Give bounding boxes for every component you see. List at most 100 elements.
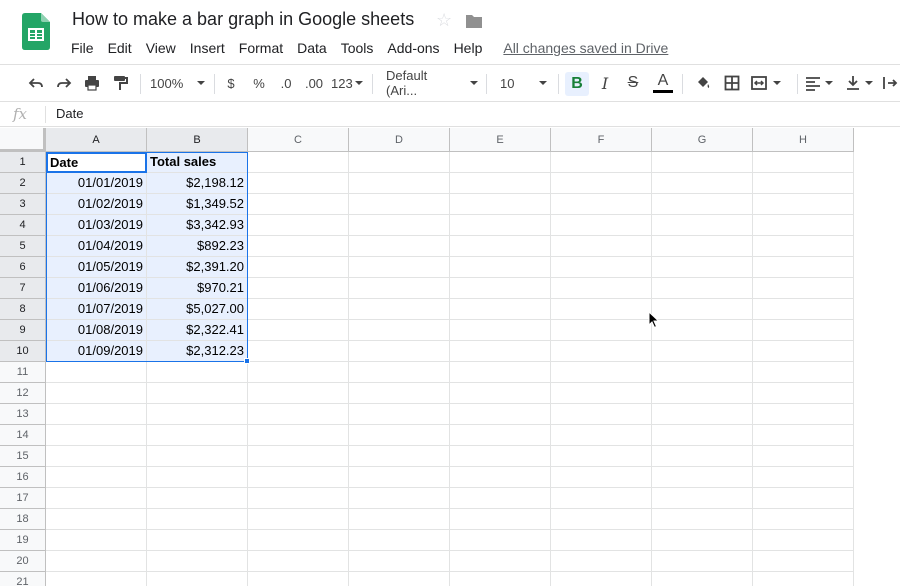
menu-addons[interactable]: Add-ons	[380, 38, 446, 58]
cell-c4[interactable]	[248, 215, 349, 236]
cell-b15[interactable]	[147, 446, 248, 467]
column-header-b[interactable]: B	[147, 128, 248, 152]
fill-color-button[interactable]	[692, 71, 714, 95]
menu-help[interactable]: Help	[447, 38, 490, 58]
cell-b6[interactable]: $2,391.20	[147, 257, 248, 278]
cell-h1[interactable]	[753, 152, 854, 173]
cell-e17[interactable]	[450, 488, 551, 509]
cell-b12[interactable]	[147, 383, 248, 404]
cell-a6[interactable]: 01/05/2019	[46, 257, 147, 278]
cell-f11[interactable]	[551, 362, 652, 383]
cell-h10[interactable]	[753, 341, 854, 362]
cell-a21[interactable]	[46, 572, 147, 586]
cell-f10[interactable]	[551, 341, 652, 362]
cell-b19[interactable]	[147, 530, 248, 551]
cell-h3[interactable]	[753, 194, 854, 215]
cell-b14[interactable]	[147, 425, 248, 446]
text-wrap-button[interactable]	[882, 71, 900, 95]
cell-e3[interactable]	[450, 194, 551, 215]
cell-f18[interactable]	[551, 509, 652, 530]
cell-c14[interactable]	[248, 425, 349, 446]
cell-f12[interactable]	[551, 383, 652, 404]
cell-h19[interactable]	[753, 530, 854, 551]
cell-c17[interactable]	[248, 488, 349, 509]
cell-g14[interactable]	[652, 425, 753, 446]
cell-g12[interactable]	[652, 383, 753, 404]
row-header-11[interactable]: 11	[0, 362, 46, 383]
cell-c20[interactable]	[248, 551, 349, 572]
star-icon[interactable]: ☆	[436, 10, 452, 30]
cell-d9[interactable]	[349, 320, 450, 341]
cell-e7[interactable]	[450, 278, 551, 299]
menu-insert[interactable]: Insert	[183, 38, 232, 58]
cell-g20[interactable]	[652, 551, 753, 572]
folder-icon[interactable]	[465, 13, 483, 29]
strikethrough-button[interactable]: S	[623, 71, 643, 95]
cell-a16[interactable]	[46, 467, 147, 488]
cell-h2[interactable]	[753, 173, 854, 194]
cell-e10[interactable]	[450, 341, 551, 362]
row-header-17[interactable]: 17	[0, 488, 46, 509]
cell-g5[interactable]	[652, 236, 753, 257]
cell-g6[interactable]	[652, 257, 753, 278]
zoom-select[interactable]: 100%	[150, 71, 206, 95]
redo-button[interactable]	[53, 71, 75, 95]
row-header-5[interactable]: 5	[0, 236, 46, 257]
row-header-14[interactable]: 14	[0, 425, 46, 446]
cell-f15[interactable]	[551, 446, 652, 467]
fill-handle[interactable]	[244, 358, 250, 364]
cell-e4[interactable]	[450, 215, 551, 236]
cell-f3[interactable]	[551, 194, 652, 215]
cell-c10[interactable]	[248, 341, 349, 362]
menu-data[interactable]: Data	[290, 38, 334, 58]
cell-d14[interactable]	[349, 425, 450, 446]
cell-b13[interactable]	[147, 404, 248, 425]
cell-h9[interactable]	[753, 320, 854, 341]
text-color-button[interactable]: A	[651, 71, 675, 95]
cell-b3[interactable]: $1,349.52	[147, 194, 248, 215]
cell-h17[interactable]	[753, 488, 854, 509]
cell-f14[interactable]	[551, 425, 652, 446]
cell-h13[interactable]	[753, 404, 854, 425]
sheets-logo-icon[interactable]	[22, 13, 50, 50]
cell-g7[interactable]	[652, 278, 753, 299]
cell-b8[interactable]: $5,027.00	[147, 299, 248, 320]
menu-edit[interactable]: Edit	[101, 38, 139, 58]
cell-h21[interactable]	[753, 572, 854, 586]
column-header-d[interactable]: D	[349, 128, 450, 152]
cell-a7[interactable]: 01/06/2019	[46, 278, 147, 299]
cell-c11[interactable]	[248, 362, 349, 383]
formula-input[interactable]: Date	[56, 106, 83, 121]
cell-a5[interactable]: 01/04/2019	[46, 236, 147, 257]
cell-b20[interactable]	[147, 551, 248, 572]
spreadsheet-grid[interactable]: A B C D E F G H 1 2 3 4 5 6 7 8 9 10 11 12 13 14 15 16 17 18 19 20 2…	[0, 128, 900, 586]
cell-f1[interactable]	[551, 152, 652, 173]
cell-d11[interactable]	[349, 362, 450, 383]
cell-d13[interactable]	[349, 404, 450, 425]
cell-f9[interactable]	[551, 320, 652, 341]
cell-a11[interactable]	[46, 362, 147, 383]
cell-c3[interactable]	[248, 194, 349, 215]
decrease-decimal-button[interactable]: .0	[276, 71, 296, 95]
row-header-7[interactable]: 7	[0, 278, 46, 299]
cell-h6[interactable]	[753, 257, 854, 278]
cell-g10[interactable]	[652, 341, 753, 362]
row-header-16[interactable]: 16	[0, 467, 46, 488]
cell-a20[interactable]	[46, 551, 147, 572]
cell-d3[interactable]	[349, 194, 450, 215]
row-header-15[interactable]: 15	[0, 446, 46, 467]
cell-e2[interactable]	[450, 173, 551, 194]
cell-b17[interactable]	[147, 488, 248, 509]
row-header-9[interactable]: 9	[0, 320, 46, 341]
row-header-20[interactable]: 20	[0, 551, 46, 572]
cell-h16[interactable]	[753, 467, 854, 488]
cell-h7[interactable]	[753, 278, 854, 299]
cell-d4[interactable]	[349, 215, 450, 236]
cell-e6[interactable]	[450, 257, 551, 278]
cell-c15[interactable]	[248, 446, 349, 467]
cell-g3[interactable]	[652, 194, 753, 215]
more-formats-button[interactable]: 123	[331, 71, 363, 95]
cell-e20[interactable]	[450, 551, 551, 572]
cell-d5[interactable]	[349, 236, 450, 257]
cell-a9[interactable]: 01/08/2019	[46, 320, 147, 341]
